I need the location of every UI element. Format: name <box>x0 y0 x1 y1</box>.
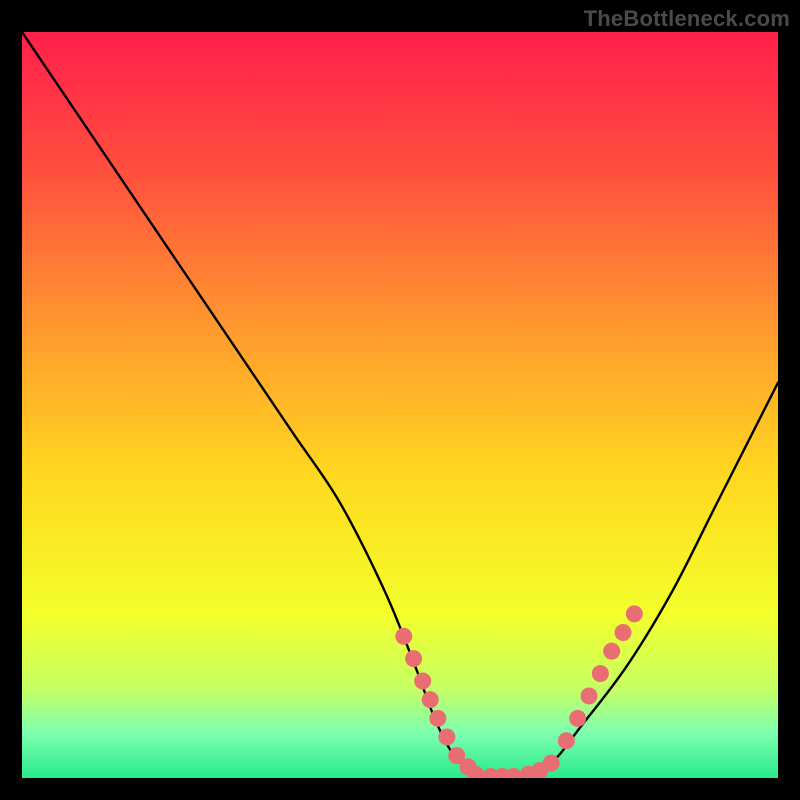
marker-dot <box>592 665 609 682</box>
marker-dot <box>429 710 446 727</box>
marker-dot <box>438 728 455 745</box>
marker-dot <box>615 624 632 641</box>
marker-dot <box>626 605 643 622</box>
watermark-text: TheBottleneck.com <box>584 6 790 32</box>
marker-dot <box>543 755 560 772</box>
bottleneck-chart <box>22 32 778 778</box>
chart-frame: TheBottleneck.com <box>0 0 800 800</box>
marker-dot <box>603 643 620 660</box>
marker-dot <box>558 732 575 749</box>
marker-dot <box>414 673 431 690</box>
marker-dot <box>405 650 422 667</box>
marker-dot <box>581 687 598 704</box>
marker-dot <box>569 710 586 727</box>
marker-dot <box>422 691 439 708</box>
marker-dot <box>395 628 412 645</box>
plot-area <box>22 32 778 778</box>
gradient-background <box>22 32 778 778</box>
